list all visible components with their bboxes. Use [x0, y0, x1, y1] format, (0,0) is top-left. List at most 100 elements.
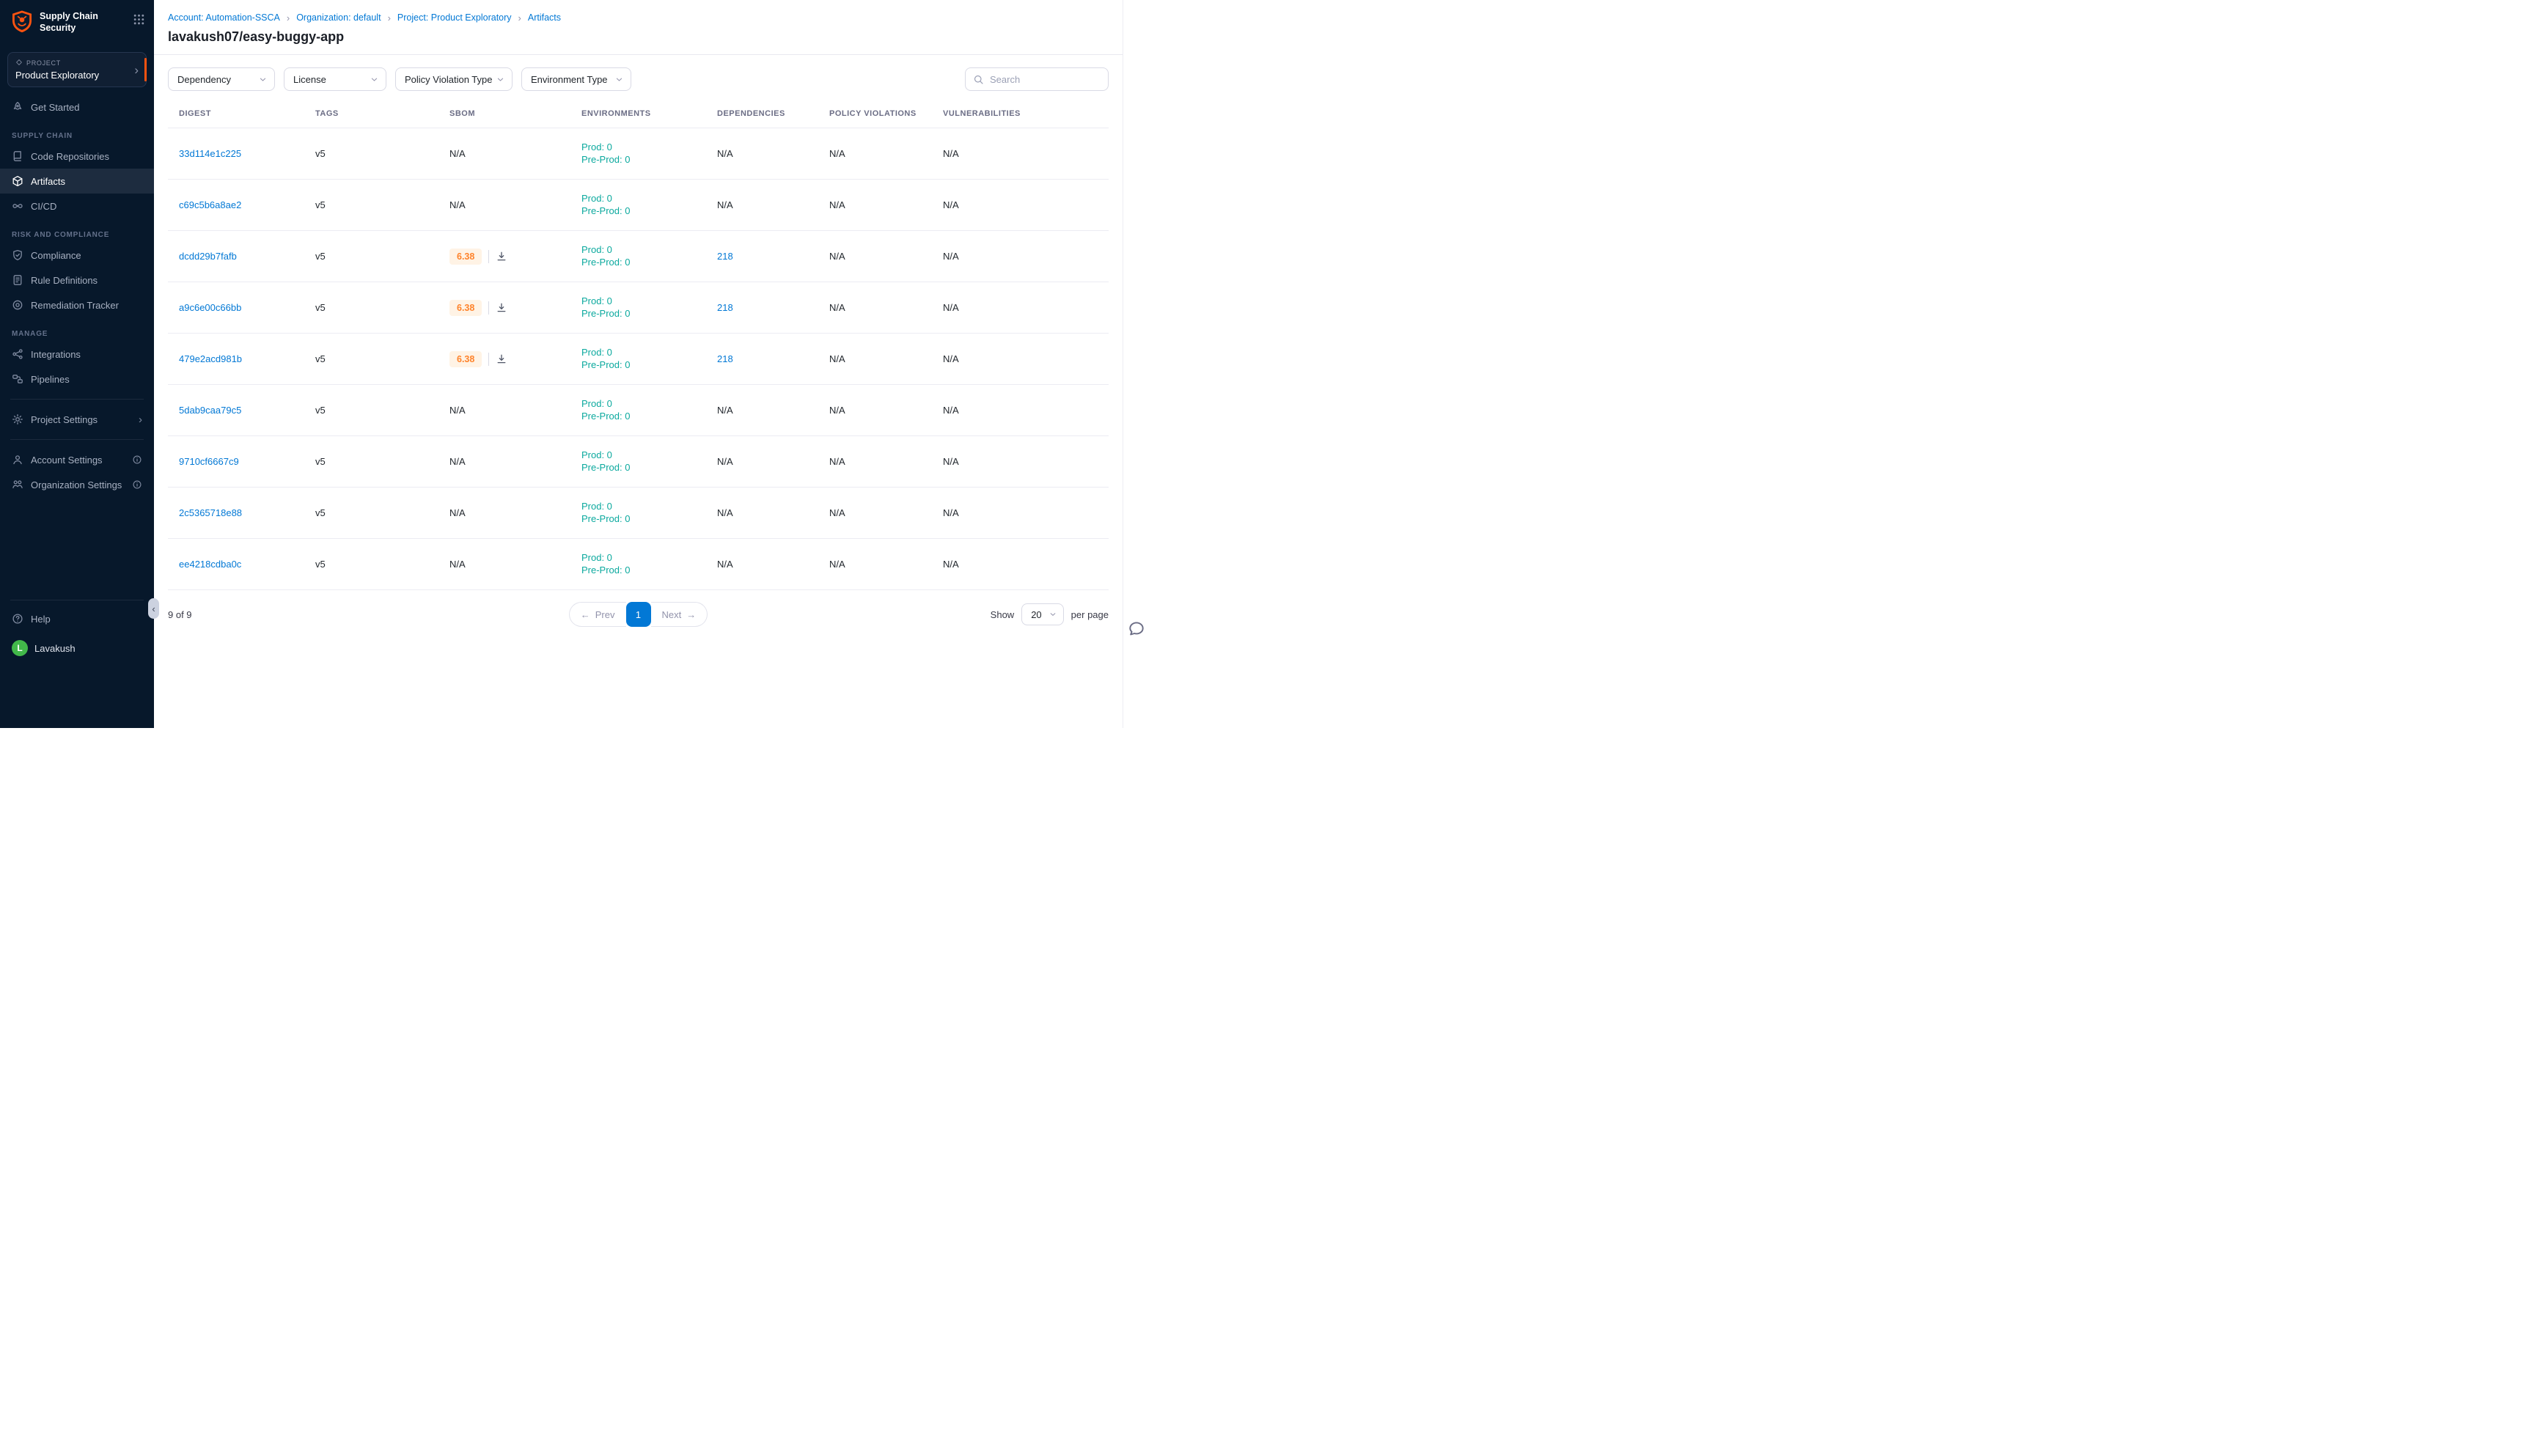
dependencies-value: N/A: [717, 405, 733, 416]
sidebar-item-get-started[interactable]: Get Started: [0, 95, 154, 120]
filter-policy-violation-type[interactable]: Policy Violation Type: [395, 67, 513, 91]
breadcrumb-link-1[interactable]: Organization: default: [296, 12, 381, 23]
sidebar-item-compliance[interactable]: Compliance: [0, 243, 154, 268]
filters: Dependency License Policy Violation Type En…: [168, 67, 631, 91]
digest-link[interactable]: dcdd29b7fafb: [179, 251, 237, 262]
filter-license[interactable]: License: [284, 67, 386, 91]
page-summary: 9 of 9: [168, 609, 351, 620]
repo-icon: [12, 150, 23, 162]
gear-icon: [12, 413, 23, 425]
apps-grid-icon[interactable]: [133, 10, 145, 26]
sidebar-item-remediation-tracker[interactable]: Remediation Tracker: [0, 293, 154, 317]
per-page-controls: Show 20 per page: [925, 603, 1109, 625]
sidebar-item-integrations[interactable]: Integrations: [0, 342, 154, 367]
digest-link[interactable]: 9710cf6667c9: [179, 456, 239, 467]
nodes-icon: [12, 348, 23, 360]
shield-check-icon: [12, 249, 23, 261]
sidebar-item-code-repositories[interactable]: Code Repositories: [0, 144, 154, 169]
sidebar-item-rule-definitions[interactable]: Rule Definitions: [0, 268, 154, 293]
sidebar-item-ci-cd[interactable]: CI/CD: [0, 194, 154, 218]
help-icon: [12, 613, 23, 625]
next-page-button[interactable]: Next →: [651, 602, 708, 627]
sidebar-item-project-settings[interactable]: Project Settings›: [0, 407, 154, 432]
env-pre-prod: Pre-Prod: 0: [581, 359, 717, 371]
policy-violations-value: N/A: [829, 456, 845, 467]
page-size-select[interactable]: 20: [1021, 603, 1063, 625]
filter-environment-type[interactable]: Environment Type: [521, 67, 631, 91]
policy-violations-value: N/A: [829, 405, 845, 416]
pager: ← Prev 1 Next →: [569, 602, 708, 627]
digest-link[interactable]: 5dab9caa79c5: [179, 405, 241, 416]
sbom-download-button[interactable]: [496, 302, 507, 314]
digest-link[interactable]: a9c6e00c66bb: [179, 302, 241, 313]
user-menu[interactable]: L Lavakush: [0, 631, 154, 665]
digest-link[interactable]: 2c5365718e88: [179, 507, 242, 518]
right-gutter: [1123, 0, 1267, 728]
env-prod: Prod: 0: [581, 501, 717, 512]
sidebar-item-help[interactable]: Help: [0, 606, 154, 631]
tag-value: v5: [315, 148, 326, 159]
dependencies-link[interactable]: 218: [717, 251, 733, 262]
vulnerabilities-value: N/A: [943, 405, 959, 416]
chat-help-icon[interactable]: [1128, 620, 1145, 638]
sbom-download-button[interactable]: [496, 353, 507, 365]
chevron-down-icon: [258, 75, 268, 84]
page-1-button[interactable]: 1: [626, 602, 651, 627]
arrow-left-icon: ←: [581, 609, 590, 620]
breadcrumb-link-0[interactable]: Account: Automation-SSCA: [168, 12, 280, 23]
tag-value: v5: [315, 199, 326, 210]
policy-violations-value: N/A: [829, 507, 845, 518]
sidebar-item-artifacts[interactable]: Artifacts: [0, 169, 154, 194]
tag-value: v5: [315, 302, 326, 313]
digest-link[interactable]: 479e2acd981b: [179, 353, 242, 364]
sidebar-item-account-settings[interactable]: Account Settings: [0, 447, 154, 472]
column-header-tags: TAGS: [315, 109, 449, 118]
divider: [488, 353, 489, 366]
arrow-right-icon: →: [686, 609, 696, 620]
env-pre-prod: Pre-Prod: 0: [581, 308, 717, 320]
page-header: Account: Automation-SSCA › Organization: d…: [154, 0, 1123, 55]
dependencies-link[interactable]: 218: [717, 353, 733, 364]
nav-section-manage: MANAGE: [12, 330, 142, 338]
project-name: Product Exploratory: [15, 70, 131, 81]
nav-divider: [10, 439, 144, 440]
filter-dependency[interactable]: Dependency: [168, 67, 275, 91]
digest-link[interactable]: 33d114e1c225: [179, 148, 241, 159]
breadcrumb-separator: ›: [388, 13, 391, 23]
env-pre-prod: Pre-Prod: 0: [581, 565, 717, 576]
chevron-right-icon: ›: [131, 64, 139, 76]
dependencies-value: N/A: [717, 559, 733, 570]
sbom-value: N/A: [449, 199, 466, 210]
nav-section-risk-and-compliance: RISK AND COMPLIANCE: [12, 231, 142, 239]
env-pre-prod: Pre-Prod: 0: [581, 154, 717, 166]
env-prod: Prod: 0: [581, 347, 717, 359]
env-pre-prod: Pre-Prod: 0: [581, 205, 717, 217]
sidebar-collapse-handle[interactable]: ‹: [148, 598, 159, 619]
sidebar-item-organization-settings[interactable]: Organization Settings: [0, 472, 154, 497]
breadcrumb-separator: ›: [287, 13, 290, 23]
search-input[interactable]: [990, 74, 1101, 85]
dependencies-link[interactable]: 218: [717, 302, 733, 313]
digest-link[interactable]: ee4218cdba0c: [179, 559, 241, 570]
target-icon: [12, 299, 23, 311]
project-selector[interactable]: PROJECT Product Exploratory ›: [7, 52, 147, 87]
chevron-down-icon: [614, 75, 624, 84]
digest-link[interactable]: c69c5b6a8ae2: [179, 199, 241, 210]
vulnerabilities-value: N/A: [943, 148, 959, 159]
user-icon: [12, 454, 23, 466]
breadcrumb-link-2[interactable]: Project: Product Exploratory: [397, 12, 512, 23]
search-box[interactable]: [965, 67, 1109, 91]
sidebar-nav: Get StartedSUPPLY CHAINCode Repositories…: [0, 90, 154, 594]
policy-violations-value: N/A: [829, 559, 845, 570]
table-row: 479e2acd981bv56.38Prod: 0Pre-Prod: 0218N…: [168, 334, 1109, 385]
table-row: 9710cf6667c9v5N/AProd: 0Pre-Prod: 0N/AN/…: [168, 436, 1109, 488]
breadcrumb-separator: ›: [518, 13, 521, 23]
tag-value: v5: [315, 353, 326, 364]
breadcrumb-link-3[interactable]: Artifacts: [528, 12, 561, 23]
app-root: Supply Chain Security PROJECT Product Ex…: [0, 0, 1267, 728]
sbom-download-button[interactable]: [496, 251, 507, 262]
prev-page-button[interactable]: ← Prev: [569, 602, 626, 627]
env-prod: Prod: 0: [581, 398, 717, 410]
sidebar-item-pipelines[interactable]: Pipelines: [0, 367, 154, 391]
chevron-right-icon: ›: [139, 414, 142, 425]
